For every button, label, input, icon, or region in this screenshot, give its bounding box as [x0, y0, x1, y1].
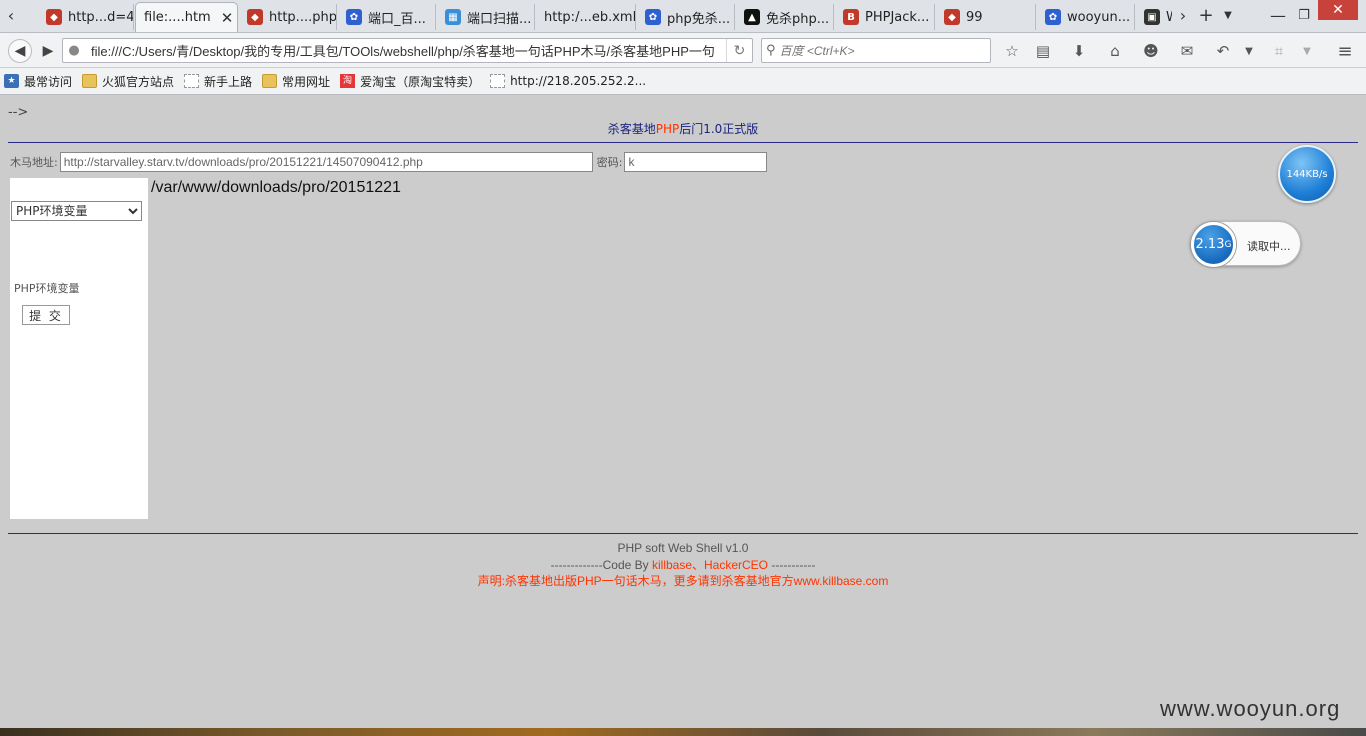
memory-unit: G	[1224, 239, 1232, 250]
bookmark-firefox-official[interactable]: 火狐官方站点	[82, 73, 174, 90]
tab-7[interactable]: ✿ php免杀...	[637, 4, 735, 30]
trojan-url-label: 木马地址:	[10, 156, 58, 169]
tab-scroll-right-button[interactable]: ›	[1174, 4, 1192, 30]
bookmark-common-sites[interactable]: 常用网址	[262, 73, 330, 90]
tab-9[interactable]: B PHPJack...	[835, 4, 935, 30]
memory-ball: 2.13 G	[1191, 222, 1236, 267]
paw-icon: ✿	[346, 9, 362, 25]
bookmark-most-visited[interactable]: ★ 最常访问	[4, 73, 72, 90]
speed-value: 144KB/s	[1286, 168, 1328, 180]
footer-credits: -------------Code By killbase、HackerCEO …	[550, 557, 816, 572]
bookmark-ip-address[interactable]: http://218.205.252.2...	[490, 74, 646, 88]
folder-icon	[262, 74, 278, 88]
globe-icon: ●	[68, 43, 80, 58]
app-icon: ▦	[445, 9, 461, 25]
page-title: 杀客基地PHP后门1.0正式版	[607, 122, 759, 136]
reading-list-icon[interactable]: ▤	[1032, 41, 1054, 61]
trojan-url-input[interactable]	[59, 152, 593, 172]
bookmark-star-icon[interactable]: ☆	[1001, 41, 1023, 61]
password-label: 密码:	[596, 156, 623, 169]
forward-button[interactable]: ▶	[36, 39, 60, 63]
tab-11[interactable]: ✿ wooyun...	[1037, 4, 1135, 30]
arrow-right-icon: ▶	[42, 43, 54, 59]
arrow-left-icon: ◀	[14, 43, 26, 59]
tab-10[interactable]: ◆ 99	[936, 4, 1036, 30]
memory-status: 读取中...	[1247, 240, 1291, 253]
new-tab-button[interactable]: +	[1196, 6, 1216, 28]
tab-3[interactable]: ◆ http....php	[239, 4, 337, 30]
url-text[interactable]: file:///C:/Users/青/Desktop/我的专用/工具包/TOOl…	[85, 41, 726, 60]
bookmark-getting-started[interactable]: 新手上路	[184, 73, 252, 90]
tab-strip: ‹ ◆ http...d=4 file:....htm ✕ ◆ http....…	[0, 0, 1366, 33]
download-icon[interactable]: ⬇	[1068, 41, 1090, 61]
password-input[interactable]	[624, 152, 768, 172]
taskbar-strip	[0, 728, 1366, 736]
network-speed-widget[interactable]: 144KB/s	[1278, 145, 1336, 203]
cap-icon: ▲	[744, 9, 760, 25]
divider-top	[8, 142, 1358, 143]
search-icon: ⚲	[766, 43, 776, 58]
navigation-toolbar: ◀ ▶ ● file:///C:/Users/青/Desktop/我的专用/工具…	[0, 33, 1366, 68]
command-panel: PHP环境变量 PHP环境变量 提 交	[10, 178, 148, 519]
submit-button[interactable]: 提 交	[22, 305, 70, 325]
reload-icon[interactable]: ↻	[726, 39, 752, 62]
bookmark-taobao[interactable]: 淘 爱淘宝（原淘宝特卖）	[340, 73, 480, 90]
memory-widget[interactable]: 2.13 G 读取中...	[1190, 221, 1301, 267]
tab-2-active[interactable]: file:....htm ✕	[135, 2, 238, 32]
tab-list-dropdown[interactable]: ▼	[1220, 6, 1236, 28]
tab-scroll-left-button[interactable]: ‹	[2, 4, 20, 30]
footer-disclaimer: 声明:杀客基地出版PHP一句话木马，更多请到杀客基地官方www.killbase…	[477, 574, 889, 588]
stray-comment-text: -->	[8, 105, 29, 120]
close-icon[interactable]: ✕	[221, 9, 234, 27]
tab-1[interactable]: ◆ http...d=4	[38, 4, 134, 30]
divider-bottom	[8, 533, 1358, 534]
folder-icon	[82, 74, 98, 88]
menu-icon[interactable]: ≡	[1334, 41, 1356, 62]
bookmarks-toolbar: ★ 最常访问 火狐官方站点 新手上路 常用网址 淘 爱淘宝（原淘宝特卖） htt…	[0, 68, 1366, 95]
tab-6[interactable]: http:/...eb.xml	[536, 4, 636, 30]
chevron-down-icon[interactable]: ▼	[1238, 41, 1260, 61]
restore-button[interactable]: ❐	[1294, 6, 1314, 28]
command-select[interactable]: PHP环境变量	[11, 201, 142, 221]
home-icon[interactable]: ⌂	[1104, 41, 1126, 61]
tab-4[interactable]: ✿ 端口_百...	[338, 4, 436, 30]
back-button[interactable]: ◀	[8, 39, 32, 63]
b-icon: B	[843, 9, 859, 25]
undo-icon[interactable]: ↶	[1212, 41, 1234, 61]
footer-version: PHP soft Web Shell v1.0	[617, 541, 749, 555]
tab-12[interactable]: ▣ W	[1136, 4, 1172, 30]
current-path: /var/www/downloads/pro/20151221	[151, 179, 401, 196]
web-page: --> 杀客基地PHP后门1.0正式版 木马地址: 密码: PHP环境变量 PH…	[0, 95, 1366, 728]
w-icon: ▣	[1144, 9, 1160, 25]
shield-icon: ◆	[247, 9, 263, 25]
shield-icon: ◆	[46, 9, 62, 25]
address-bar[interactable]: ● file:///C:/Users/青/Desktop/我的专用/工具包/TO…	[62, 38, 753, 63]
search-box[interactable]: ⚲	[761, 38, 991, 63]
blank-page-icon	[490, 74, 506, 88]
page-footer: PHP soft Web Shell v1.0 -------------Cod…	[0, 540, 1366, 590]
smiley-icon[interactable]: ☻	[1140, 41, 1162, 61]
tab-5[interactable]: ▦ 端口扫描...	[437, 4, 535, 30]
command-label: PHP环境变量	[14, 282, 80, 295]
paw-icon: ✿	[1045, 9, 1061, 25]
chat-icon[interactable]: ✉	[1176, 41, 1198, 61]
taobao-icon: 淘	[340, 74, 356, 88]
memory-value: 2.13	[1195, 237, 1225, 252]
bookmark-star-icon: ★	[4, 74, 19, 88]
search-input[interactable]	[779, 43, 970, 58]
watermark: www.wooyun.org	[1160, 696, 1341, 721]
connection-form: 木马地址: 密码:	[10, 152, 768, 172]
minimize-button[interactable]: —	[1268, 6, 1288, 28]
chevron-down-icon[interactable]: ▼	[1296, 41, 1318, 61]
crop-icon[interactable]: ⌗	[1268, 41, 1290, 61]
shield-icon: ◆	[944, 9, 960, 25]
paw-icon: ✿	[645, 9, 661, 25]
window-close-button[interactable]: ✕	[1318, 0, 1358, 20]
blank-page-icon	[184, 74, 200, 88]
tab-8[interactable]: ▲ 免杀php...	[736, 4, 834, 30]
